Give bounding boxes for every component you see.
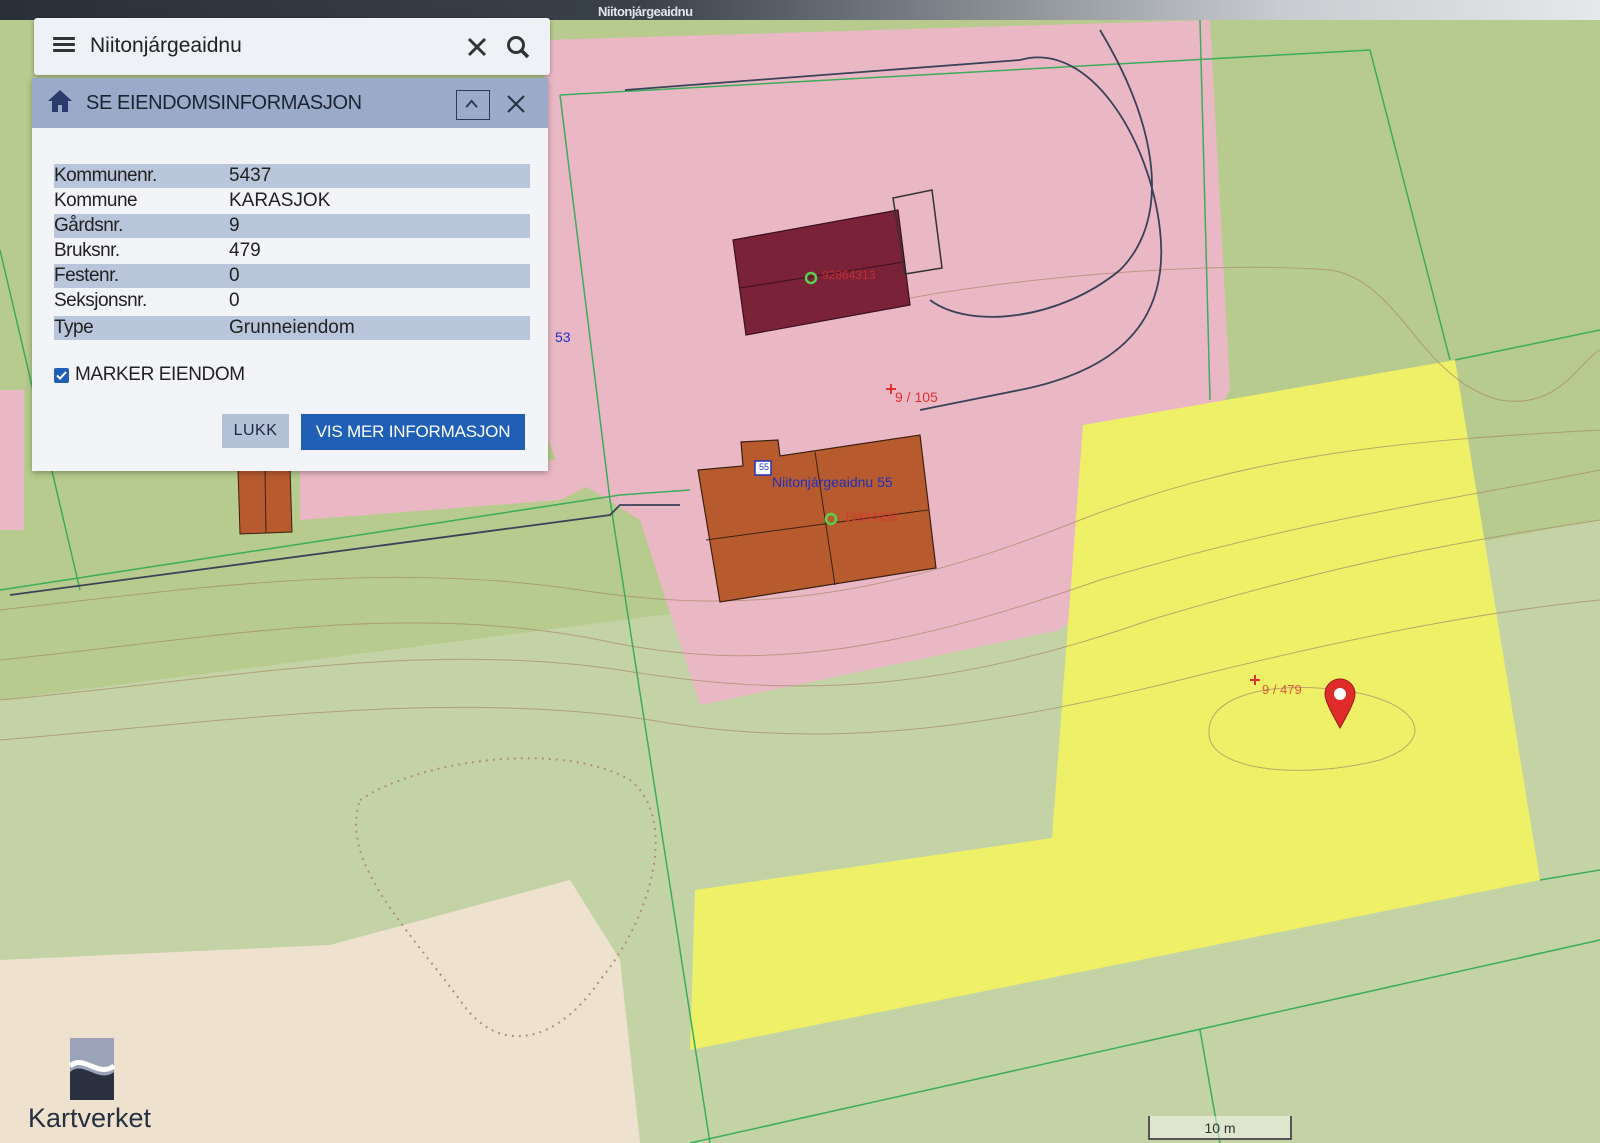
building-id-label-2: 19804938 [844, 510, 898, 524]
hamburger-menu-icon[interactable] [53, 34, 75, 56]
lukk-button[interactable]: LUKK [222, 414, 289, 448]
scale-label: 10 m [1204, 1120, 1236, 1136]
info-row-bruksnr: Bruksnr. 479 [54, 239, 530, 263]
info-value: 0 [229, 290, 240, 311]
panel-title: SE EIENDOMSINFORMASJON [86, 92, 362, 114]
info-value: 479 [229, 240, 261, 261]
info-label: Gårdsnr. [54, 215, 123, 236]
search-input[interactable]: Niitonjárgeaidnu [90, 32, 440, 60]
info-value: 9 [229, 215, 240, 236]
info-value: 0 [229, 265, 240, 286]
building-id-label-1: 92864313 [822, 268, 876, 282]
top-title: Niitonjárgeaidnu [598, 4, 693, 19]
info-row-kommunenr: Kommunenr. 5437 [54, 164, 530, 188]
info-row-festenr: Festenr. 0 [54, 264, 530, 288]
info-label: Seksjonsnr. [54, 290, 147, 311]
info-value: 5437 [229, 165, 272, 186]
pink-area-left [0, 390, 24, 530]
info-label: Kommune [54, 190, 138, 211]
info-label: Festenr. [54, 265, 119, 286]
kartverket-logo-text: Kartverket [28, 1103, 152, 1133]
info-row-seksjonsnr: Seksjonsnr. 0 [54, 289, 530, 313]
home-icon [48, 90, 72, 112]
clear-search-icon[interactable] [464, 34, 490, 60]
checkmark-icon [56, 371, 67, 380]
close-panel-icon[interactable] [504, 92, 528, 116]
info-value: KARASJOK [229, 190, 331, 211]
address-label: Niitonjárgeaidnu 55 [772, 474, 893, 490]
marker-eiendom-label[interactable]: MARKER EIENDOM [75, 362, 335, 388]
vis-mer-informasjon-button[interactable]: VIS MER INFORMASJON [301, 414, 525, 450]
info-label: Kommunenr. [54, 165, 157, 186]
info-row-gardsnr: Gårdsnr. 9 [54, 214, 530, 238]
parcel-label-105: 9 / 105 [895, 389, 938, 405]
parcel-label-479: 9 / 479 [1262, 682, 1302, 697]
panel-header: SE EIENDOMSINFORMASJON [32, 78, 548, 128]
marker-eiendom-checkbox[interactable] [54, 368, 69, 383]
number-label-53: 53 [555, 329, 571, 345]
info-value: Grunneiendom [229, 317, 355, 338]
info-label: Bruksnr. [54, 240, 120, 261]
info-row-type: Type Grunneiendom [54, 316, 530, 340]
search-bar: Niitonjárgeaidnu [34, 18, 550, 75]
collapse-panel-button[interactable] [456, 90, 490, 120]
search-icon[interactable] [504, 33, 532, 61]
chevron-up-icon [465, 99, 478, 108]
info-row-kommune: Kommune KARASJOK [54, 189, 530, 213]
info-label: Type [54, 317, 94, 338]
address-marker-label: 55 [758, 462, 769, 472]
top-bar [0, 0, 1600, 20]
property-info-panel: SE EIENDOMSINFORMASJON Kommunenr. 5437 K… [32, 78, 548, 471]
